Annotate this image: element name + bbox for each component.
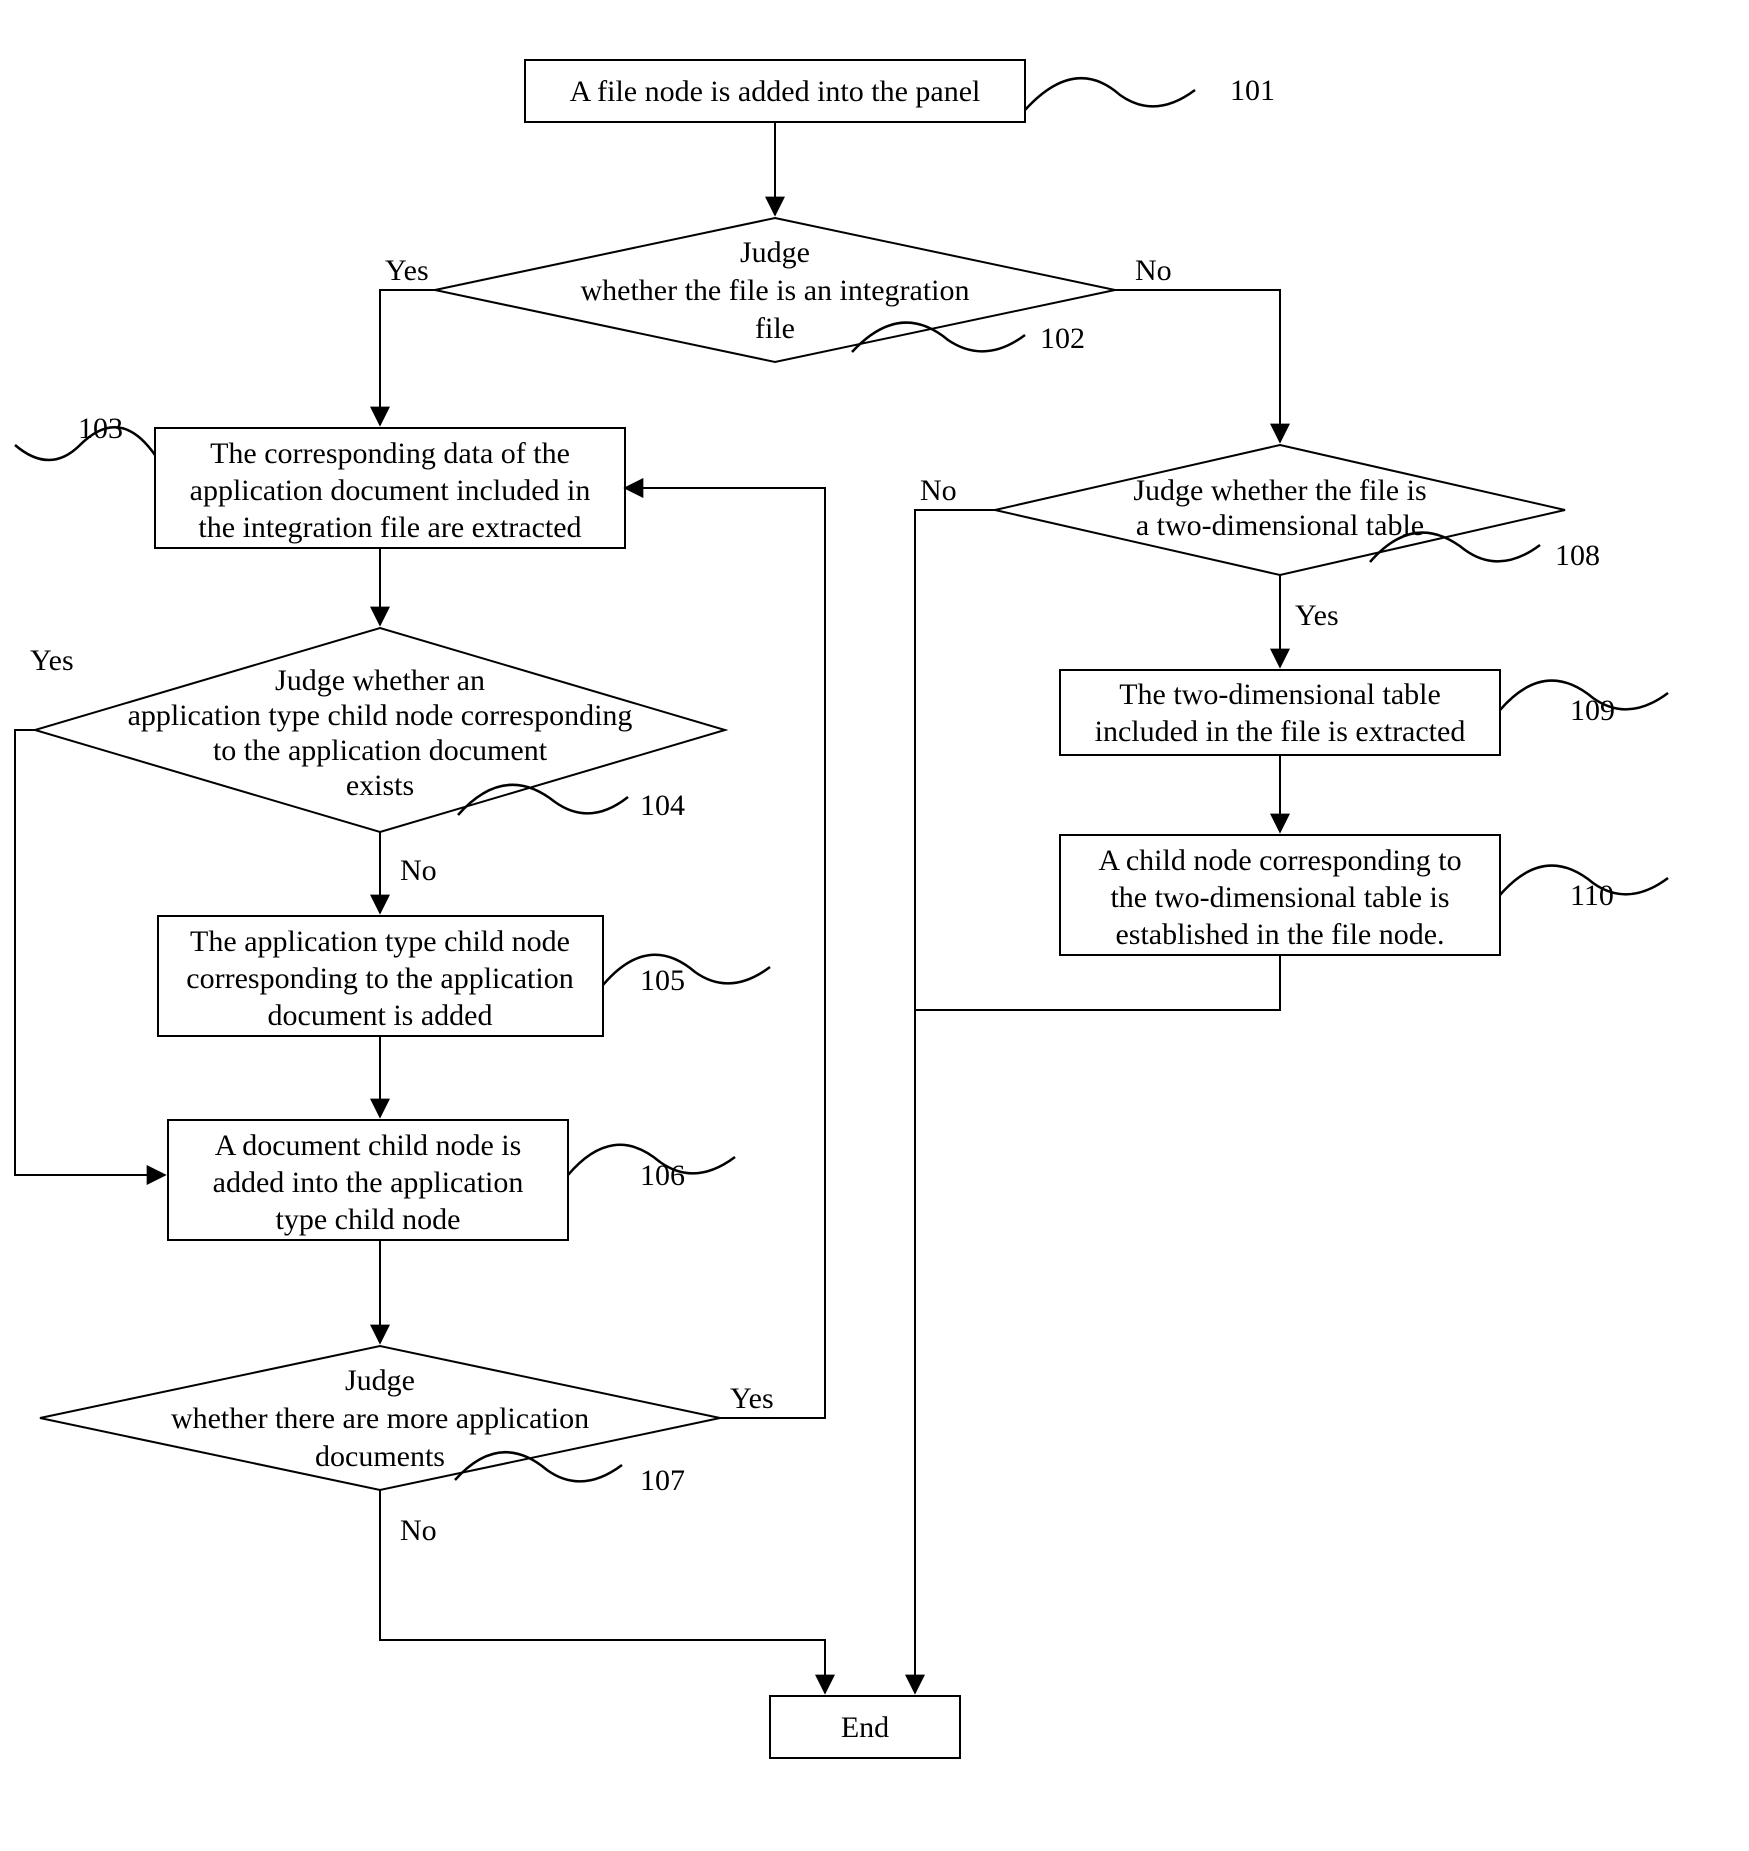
node-102-l2: whether the file is an integration [580,274,969,307]
node-110-l1: A child node corresponding to [1098,844,1461,877]
arrow-107-103 [625,488,825,1418]
label-102-yes: Yes [385,254,429,287]
node-104-l3: to the application document [213,734,548,767]
node-103-l2: application document included in [190,474,591,507]
arrow-110-end [915,955,1280,1010]
label-102-no: No [1135,254,1172,287]
node-107-l1: Judge [345,1364,415,1397]
ref-103: 103 [78,412,123,445]
node-106: A document child node is added into the … [168,1120,568,1240]
node-104-l1: Judge whether an [275,664,485,697]
label-108-yes: Yes [1295,599,1339,632]
arrow-108-end [915,510,995,1693]
ref-107: 107 [640,1464,685,1497]
node-101: A file node is added into the panel [525,60,1025,122]
ref-101: 101 [1230,74,1275,107]
arrow-107-end [380,1490,825,1693]
node-110-l2: the two-dimensional table is [1110,881,1449,914]
label-104-no: No [400,854,437,887]
node-102: Judge whether the file is an integration… [435,218,1115,362]
node-102-l1: Judge [740,236,810,269]
node-104-l2: application type child node correspondin… [128,699,633,732]
ref-106: 106 [640,1159,685,1192]
node-103-l3: the integration file are extracted [198,511,581,544]
node-102-l3: file [755,312,795,345]
node-103: The corresponding data of the applicatio… [155,428,625,548]
node-110: A child node corresponding to the two-di… [1060,835,1500,955]
node-104-l4: exists [346,769,414,802]
node-103-l1: The corresponding data of the [210,437,570,470]
label-107-no: No [400,1514,437,1547]
ref-108: 108 [1555,539,1600,572]
arrow-102-103 [380,290,435,425]
label-104-yes: Yes [30,644,74,677]
ref-110: 110 [1570,879,1614,912]
ref-105: 105 [640,964,685,997]
node-106-l2: added into the application [213,1166,524,1199]
node-106-l3: type child node [276,1203,461,1236]
node-105: The application type child node correspo… [158,916,603,1036]
node-108-l2: a two-dimensional table [1136,509,1424,542]
node-end-text: End [841,1711,889,1744]
node-109-l2: included in the file is extracted [1095,715,1466,748]
node-109: The two-dimensional table included in th… [1060,670,1500,755]
node-110-l3: established in the file node. [1115,918,1444,951]
label-108-no: No [920,474,957,507]
node-end: End [770,1696,960,1758]
node-105-l3: document is added [268,999,493,1032]
ref-109: 109 [1570,694,1615,727]
ref-102: 102 [1040,322,1085,355]
flowchart: A file node is added into the panel 101 … [0,0,1749,1851]
node-105-l1: The application type child node [190,925,570,958]
label-107-yes: Yes [730,1382,774,1415]
node-101-text: A file node is added into the panel [570,75,981,108]
node-106-l1: A document child node is [215,1129,522,1162]
ref-104: 104 [640,789,685,822]
callout-105 [603,955,770,985]
callout-101 [1025,78,1195,110]
arrow-102-108 [1115,290,1280,442]
node-107-l2: whether there are more application [171,1402,589,1435]
node-105-l2: corresponding to the application [186,962,573,995]
arrow-104-106 [15,730,165,1175]
node-108-l1: Judge whether the file is [1133,474,1426,507]
node-108: Judge whether the file is a two-dimensio… [995,445,1565,575]
node-109-l1: The two-dimensional table [1119,678,1441,711]
node-107-l3: documents [315,1440,445,1473]
